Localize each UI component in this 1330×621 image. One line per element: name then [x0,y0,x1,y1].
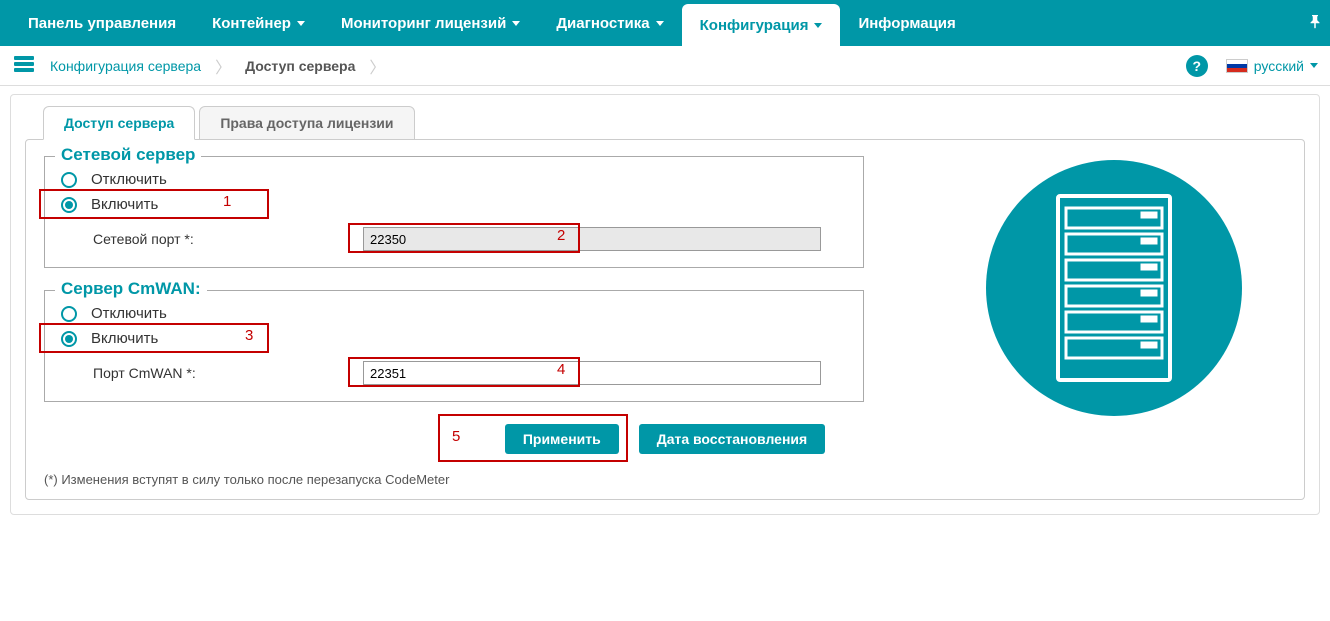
annotation-number-2: 2 [557,227,565,244]
chevron-down-icon [814,23,822,28]
footnote: (*) Изменения вступят в силу только посл… [44,472,1286,487]
chevron-down-icon [656,21,664,26]
chevron-down-icon [1310,63,1318,68]
radio-label: Отключить [91,171,167,188]
radio-label: Отключить [91,305,167,322]
nav-configuration-label: Конфигурация [700,17,809,34]
annotation-number-4: 4 [557,361,565,378]
language-selector[interactable]: русский [1226,58,1318,74]
nav-information-label: Информация [858,15,955,32]
breadcrumb-separator: 〉 [215,54,231,78]
annotation-box-2 [348,223,580,253]
nav-license-monitoring-label: Мониторинг лицензий [341,15,506,32]
nav-configuration[interactable]: Конфигурация [682,4,841,46]
annotation-number-5: 5 [452,428,460,445]
pin-icon[interactable] [1306,12,1324,30]
server-illustration [984,158,1244,418]
nav-container-label: Контейнер [212,15,291,32]
tab-server-access[interactable]: Доступ сервера [43,106,195,140]
language-label: русский [1254,58,1304,74]
nav-diagnostics-label: Диагностика [556,15,649,32]
cmwan-port-label: Порт CmWAN *: [93,365,363,381]
chevron-down-icon [512,21,520,26]
help-icon[interactable]: ? [1186,55,1208,77]
top-nav: Панель управления Контейнер Мониторинг л… [0,0,1330,46]
breadcrumb-separator: 〉 [369,54,385,78]
nav-dashboard[interactable]: Панель управления [10,0,194,46]
breadcrumb-bar: Конфигурация сервера 〉 Доступ сервера 〉 … [0,46,1330,86]
fieldset-cmwan: Сервер CmWAN: Отключить Включить Порт Cm… [44,290,864,402]
network-port-label: Сетевой порт *: [93,231,363,247]
fieldset-network-server: Сетевой сервер Отключить Включить Сетево… [44,156,864,268]
annotation-box-5 [438,414,628,462]
nav-license-monitoring[interactable]: Мониторинг лицензий [323,0,538,46]
breadcrumb-root[interactable]: Конфигурация сервера [36,58,215,74]
annotation-box-3 [39,323,269,353]
nav-dashboard-label: Панель управления [28,15,176,32]
content-panel: Сетевой сервер Отключить Включить Сетево… [25,139,1305,500]
annotation-number-3: 3 [245,327,253,344]
nav-diagnostics[interactable]: Диагностика [538,0,681,46]
tab-license-rights[interactable]: Права доступа лицензии [199,106,414,140]
annotation-box-1 [39,189,269,219]
nav-container[interactable]: Контейнер [194,0,323,46]
radio-icon [61,172,77,188]
tabs: Доступ сервера Права доступа лицензии [43,105,1305,139]
annotation-number-1: 1 [223,193,231,210]
server-icon [12,52,36,79]
legend-network-server: Сетевой сервер [55,145,201,165]
button-row: Применить Дата восстановления 5 [44,424,1286,454]
flag-ru-icon [1226,59,1248,73]
legend-cmwan: Сервер CmWAN: [55,279,207,299]
annotation-box-4 [348,357,580,387]
breadcrumb-current: Доступ сервера [231,58,369,74]
radio-icon [61,306,77,322]
nav-information[interactable]: Информация [840,0,973,46]
restore-button[interactable]: Дата восстановления [639,424,825,454]
chevron-down-icon [297,21,305,26]
